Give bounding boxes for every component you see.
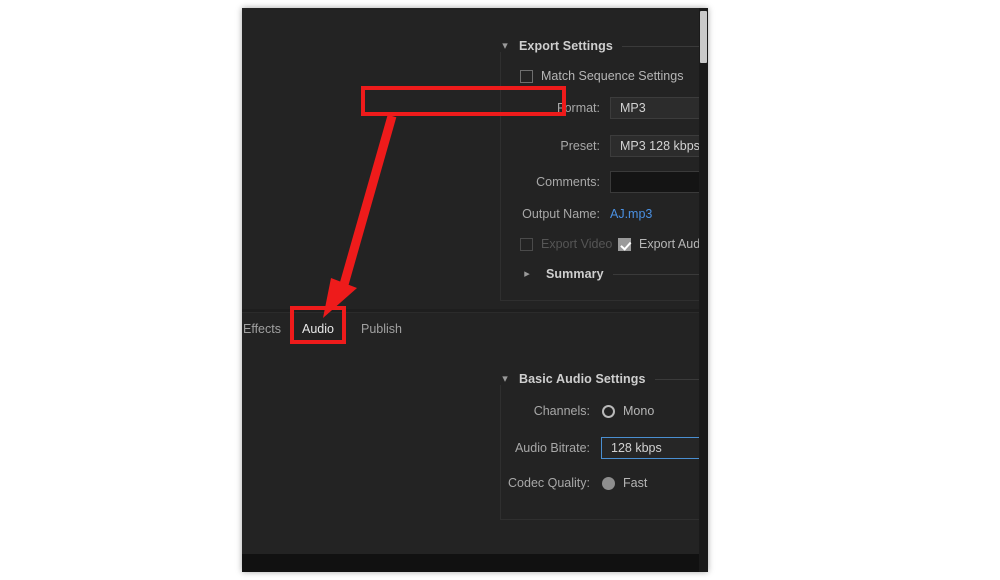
comments-input[interactable]	[610, 171, 708, 193]
comments-row: Comments:	[520, 171, 708, 193]
format-row: Format: MP3 ▾	[520, 97, 708, 119]
audio-bitrate-value: 128 kbps	[611, 441, 662, 455]
preset-label: Preset:	[560, 139, 600, 153]
scrollbar-thumb[interactable]	[700, 11, 707, 63]
basic-audio-settings-title: Basic Audio Settings	[519, 372, 646, 386]
panel-vertical-scrollbar[interactable]	[699, 8, 708, 572]
chevron-down-icon[interactable]: ▾	[500, 373, 510, 385]
channels-option-mono[interactable]: Mono	[602, 404, 708, 418]
export-video-label: Export Video	[541, 237, 613, 251]
tab-audio-active-indicator	[303, 341, 333, 343]
tab-effects-label: Effects	[243, 322, 281, 336]
audio-bitrate-row: Audio Bitrate: 128 kbps ▾	[510, 437, 708, 459]
chevron-down-icon[interactable]: ▾	[500, 40, 510, 52]
format-dropdown[interactable]: MP3 ▾	[610, 97, 708, 119]
format-label: Format:	[556, 101, 600, 115]
fast-label: Fast	[623, 476, 648, 490]
tab-audio[interactable]: Audio	[302, 322, 334, 343]
format-value: MP3	[620, 101, 646, 115]
mono-radio[interactable]	[602, 404, 615, 418]
export-settings-panel: ▾ Export Settings Match Sequence Setting…	[242, 8, 708, 572]
tab-publish[interactable]: Publish	[361, 322, 402, 336]
audio-bitrate-dropdown[interactable]: 128 kbps ▾	[601, 437, 708, 459]
export-settings-section-header[interactable]: ▾ Export Settings	[500, 39, 708, 53]
channels-row: Channels: Mono Stereo	[520, 404, 708, 418]
tab-audio-label: Audio	[302, 322, 334, 336]
fast-radio[interactable]	[602, 476, 615, 490]
audio-bitrate-label: Audio Bitrate:	[514, 441, 590, 455]
match-sequence-settings-row[interactable]: Match Sequence Settings	[520, 69, 683, 83]
basic-audio-settings-header[interactable]: ▾ Basic Audio Settings	[500, 372, 708, 386]
codec-quality-label: Codec Quality:	[508, 476, 590, 490]
output-name-row: Output Name: AJ.mp3	[520, 207, 652, 221]
preset-row: Preset: MP3 128 kbps ▾	[520, 135, 708, 157]
export-audio-checkbox[interactable]	[618, 237, 631, 251]
settings-tabbar: Effects Audio Publish	[242, 312, 699, 350]
chevron-right-icon[interactable]: ▸	[522, 268, 532, 280]
output-name-link[interactable]: AJ.mp3	[610, 207, 652, 221]
preset-dropdown[interactable]: MP3 128 kbps ▾	[610, 135, 708, 157]
mono-label: Mono	[623, 404, 655, 418]
match-sequence-settings-checkbox[interactable]	[520, 69, 533, 83]
header-rule	[621, 45, 708, 47]
codec-quality-option-fast[interactable]: Fast	[602, 476, 708, 490]
export-audio-label: Export Audio	[639, 237, 708, 251]
match-sequence-settings-label: Match Sequence Settings	[541, 69, 684, 83]
preset-value: MP3 128 kbps	[620, 139, 700, 153]
comments-label: Comments:	[536, 175, 600, 189]
tab-effects[interactable]: Effects	[243, 322, 281, 336]
summary-rule	[612, 273, 708, 275]
export-settings-region: ▾ Export Settings Match Sequence Setting…	[242, 8, 708, 309]
tab-publish-label: Publish	[361, 322, 402, 336]
export-audio-row[interactable]: Export Audio	[618, 237, 708, 251]
summary-title: Summary	[546, 267, 604, 281]
export-settings-title: Export Settings	[519, 39, 613, 53]
panel-bottom-strip	[242, 554, 699, 572]
channels-label: Channels:	[533, 404, 590, 418]
summary-section-header[interactable]: ▸ Summary	[522, 267, 708, 281]
export-video-row: Export Video	[520, 237, 612, 251]
export-video-checkbox	[520, 237, 533, 251]
codec-quality-row: Codec Quality: Fast High	[505, 476, 708, 490]
output-name-label: Output Name:	[522, 207, 600, 221]
